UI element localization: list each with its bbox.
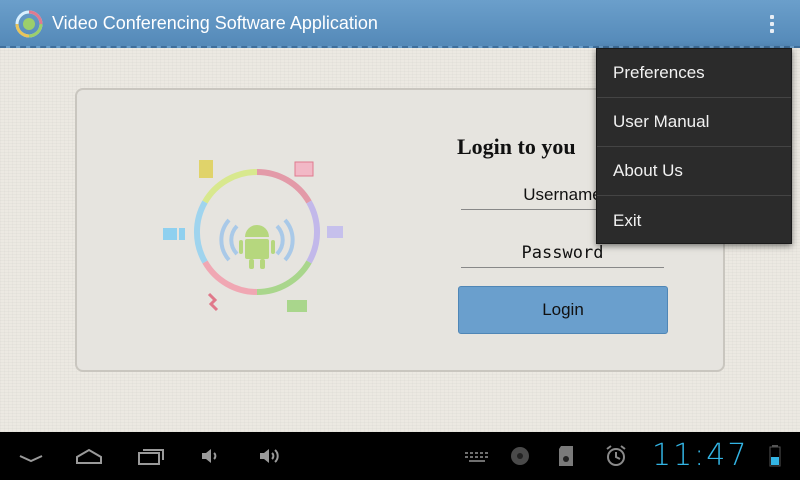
menu-item-user-manual[interactable]: User Manual bbox=[597, 98, 791, 147]
volume-up-icon[interactable] bbox=[256, 444, 286, 468]
record-icon bbox=[511, 447, 529, 465]
sd-card-icon bbox=[559, 446, 573, 466]
home-icon[interactable] bbox=[74, 444, 104, 468]
recent-apps-icon[interactable] bbox=[135, 444, 165, 468]
overflow-menu: Preferences User Manual About Us Exit bbox=[596, 48, 792, 244]
volume-down-icon[interactable] bbox=[196, 444, 226, 468]
menu-item-about-us[interactable]: About Us bbox=[597, 147, 791, 196]
app-logo-icon[interactable] bbox=[14, 9, 44, 39]
login-button[interactable]: Login bbox=[458, 286, 668, 334]
battery-icon bbox=[769, 445, 781, 467]
keyboard-icon[interactable] bbox=[462, 444, 492, 468]
clock: 11:47 bbox=[652, 438, 749, 473]
back-icon[interactable] bbox=[16, 444, 46, 468]
menu-item-preferences[interactable]: Preferences bbox=[597, 49, 791, 98]
alarm-icon bbox=[606, 445, 626, 466]
login-heading: Login to you bbox=[457, 134, 576, 159]
action-bar: Video Conferencing Software Application bbox=[0, 0, 800, 48]
app-logo-illustration bbox=[163, 160, 343, 312]
overflow-menu-icon[interactable] bbox=[756, 10, 788, 38]
menu-item-exit[interactable]: Exit bbox=[597, 196, 791, 245]
app-title: Video Conferencing Software Application bbox=[52, 13, 378, 33]
